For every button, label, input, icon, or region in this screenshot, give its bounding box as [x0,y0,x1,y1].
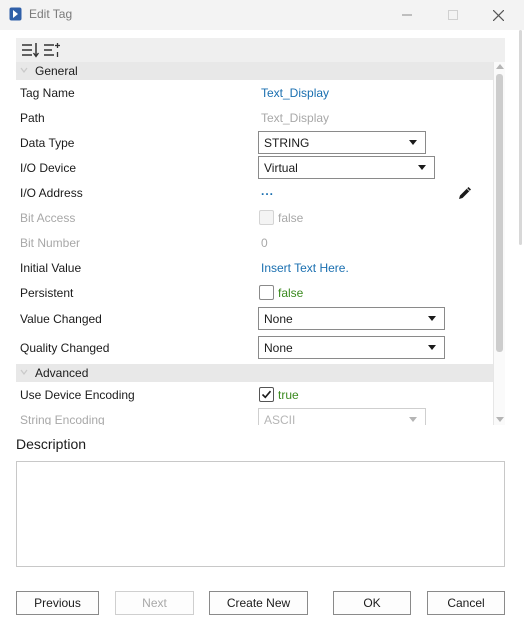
ok-button[interactable]: OK [333,591,411,615]
create-new-button[interactable]: Create New [209,591,308,615]
row-quality-changed: Quality Changed None [16,336,493,360]
row-io-address: I/O Address ... [16,181,493,205]
quality-changed-select[interactable]: None [258,336,445,359]
chevron-down-icon [20,67,28,73]
string-encoding-label: String Encoding [20,413,105,425]
row-string-encoding: String Encoding ASCII [16,408,493,425]
dropdown-arrow-icon [428,345,436,350]
quality-changed-label: Quality Changed [20,341,110,355]
property-grid: General Tag Name Text_Display Path Text_… [16,62,493,425]
row-tag-name: Tag Name Text_Display [16,81,493,105]
minimize-button[interactable] [384,0,430,30]
row-bit-number: Bit Number 0 [16,231,493,255]
next-button[interactable]: Next [115,591,194,615]
section-advanced[interactable]: Advanced [16,364,493,382]
dropdown-arrow-icon [428,316,436,321]
row-use-device-encoding: Use Device Encoding true [16,383,493,407]
pencil-icon[interactable] [457,185,473,201]
use-device-encoding-label: Use Device Encoding [20,388,135,402]
path-value: Text_Display [261,111,330,125]
bit-number-value: 0 [261,236,268,250]
row-persistent: Persistent false [16,281,493,305]
bit-access-label: Bit Access [20,211,76,225]
section-advanced-title: Advanced [35,366,89,380]
window-title: Edit Tag [29,7,73,21]
initial-value-value[interactable]: Insert Text Here. [261,261,349,275]
maximize-icon [448,10,458,20]
bit-access-checkbox[interactable] [259,210,274,225]
io-address-label: I/O Address [20,186,83,200]
checkmark-icon [261,390,272,399]
description-label: Description [16,436,87,452]
tag-name-label: Tag Name [20,86,75,100]
row-data-type: Data Type STRING [16,131,493,155]
row-bit-access: Bit Access false [16,206,493,230]
path-label: Path [20,111,45,125]
minimize-icon [402,14,412,16]
row-io-device: I/O Device Virtual [16,156,493,180]
persistent-value: false [278,286,304,300]
data-type-label: Data Type [20,136,75,150]
value-changed-select[interactable]: None [258,307,445,330]
property-grid-toolbar [16,38,505,62]
bit-number-label: Bit Number [20,236,81,250]
row-path: Path Text_Display [16,106,493,130]
data-type-value: STRING [264,136,310,150]
persistent-checkbox[interactable] [259,285,274,300]
bit-access-value: false [278,211,304,225]
io-address-value[interactable]: ... [261,184,274,198]
persistent-label: Persistent [20,286,74,300]
string-encoding-value: ASCII [264,413,296,425]
initial-value-label: Initial Value [20,261,82,275]
scroll-down-icon[interactable] [496,417,504,422]
property-grid-scrollbar[interactable] [493,62,505,425]
row-value-changed: Value Changed None [16,307,493,331]
chevron-down-icon [20,369,28,375]
close-icon [492,9,504,21]
tag-name-value[interactable]: Text_Display [261,86,329,100]
dropdown-arrow-icon [409,140,417,145]
title-bar: Edit Tag [0,0,524,30]
close-button[interactable] [475,0,521,30]
row-initial-value: Initial Value Insert Text Here. [16,256,493,280]
io-device-select[interactable]: Virtual [258,156,435,179]
sort-icon[interactable] [21,42,39,58]
dropdown-arrow-icon [418,165,426,170]
window-scrollbar[interactable] [519,30,522,245]
section-general[interactable]: General [16,62,493,80]
previous-button[interactable]: Previous [16,591,99,615]
value-changed-value: None [264,312,293,326]
maximize-button[interactable] [430,0,476,30]
categorize-icon[interactable] [43,42,61,58]
scroll-thumb[interactable] [496,74,503,352]
scroll-up-icon[interactable] [496,64,504,69]
data-type-select[interactable]: STRING [258,131,426,154]
io-device-value: Virtual [264,161,298,175]
cancel-button[interactable]: Cancel [427,591,505,615]
app-icon [9,7,22,21]
use-device-encoding-value: true [278,388,299,402]
section-general-title: General [35,64,78,78]
value-changed-label: Value Changed [20,312,102,326]
string-encoding-select[interactable]: ASCII [258,408,426,425]
dropdown-arrow-icon [409,417,417,422]
use-device-encoding-checkbox[interactable] [259,387,274,402]
description-textarea[interactable] [16,461,505,567]
io-device-label: I/O Device [20,161,77,175]
quality-changed-value: None [264,341,293,355]
